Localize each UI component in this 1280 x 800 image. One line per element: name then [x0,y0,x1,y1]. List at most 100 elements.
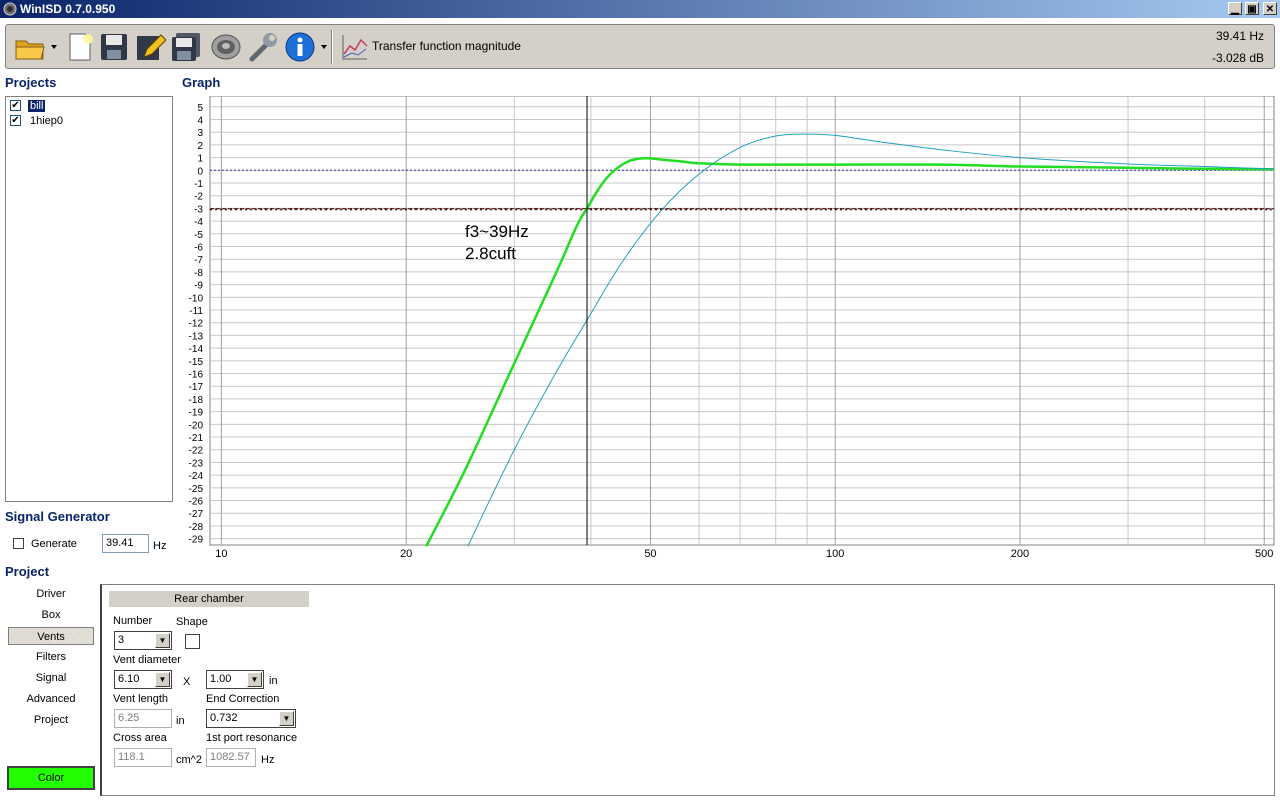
x-tick-label: 500 [1255,548,1273,560]
plot-type-label[interactable]: Transfer function magnitude [372,39,521,53]
chevron-down-icon[interactable]: ▼ [279,711,294,726]
port-resonance-unit: Hz [261,754,275,766]
x-label: X [183,676,191,688]
end-correction-label: End Correction [206,693,280,705]
x-tick-label: 100 [826,548,844,560]
save-all-icon[interactable] [170,31,202,63]
port-resonance-label: 1st port resonance [206,732,298,744]
nav-box[interactable]: Box [8,606,94,624]
y-tick-label: -19 [189,408,204,419]
project-label[interactable]: bill [26,99,47,113]
x-tick-label: 20 [400,548,412,560]
transfer-function-icon[interactable] [340,32,370,62]
port-resonance-input: 1082.57 [206,748,256,767]
nav-filters[interactable]: Filters [8,648,94,666]
chevron-down-icon[interactable]: ▼ [155,672,170,687]
nav-signal[interactable]: Signal [8,669,94,687]
y-tick-label: -2 [194,192,203,203]
toolbar: Transfer function magnitude 39.41 Hz -3.… [5,24,1275,69]
x-tick-label: 200 [1011,548,1029,560]
generate-checkbox[interactable] [13,538,24,549]
shape-label: Shape [176,616,208,628]
cross-area-label: Cross area [113,732,167,744]
y-tick-label: -7 [194,255,203,266]
close-button[interactable]: ✕ [1263,2,1277,15]
y-tick-label: -26 [189,497,204,508]
y-tick-label: -4 [194,217,203,228]
project-item-1hiep0[interactable]: ✔ 1hiep0 [8,114,172,129]
signal-generator-title: Signal Generator [5,509,110,524]
toolbar-separator [331,30,333,64]
projects-list: ✔ bill ✔ 1hiep0 [5,96,173,502]
dropdown-arrow-icon[interactable] [50,43,58,51]
x-tick-label: 10 [215,548,227,560]
y-tick-label: 2 [197,141,203,152]
y-tick-label: 4 [197,115,203,126]
title-bar: WinISD 0.7.0.950 ▁ ▣ ✕ [0,0,1280,18]
nav-project[interactable]: Project [8,711,94,729]
vent-diameter-value: 6.10 [118,673,140,685]
graph-title: Graph [182,75,221,90]
vent-diameter-label: Vent diameter [113,654,181,666]
nav-vents[interactable]: Vents [8,627,94,645]
app-icon [3,2,17,16]
new-document-icon[interactable] [64,31,96,63]
rear-chamber-header: Rear chamber [109,591,309,607]
cursor-frequency-readout: 39.41 Hz [1215,29,1264,43]
y-tick-label: -10 [189,293,204,304]
open-folder-icon[interactable] [14,31,46,63]
y-tick-label: -20 [189,420,204,431]
projects-title: Projects [5,75,57,90]
y-tick-label: -12 [189,319,204,330]
project-checkbox[interactable]: ✔ [10,115,21,126]
y-tick-label: -11 [189,306,203,317]
y-tick-label: -14 [189,344,204,355]
y-tick-label: -9 [194,281,203,292]
info-icon[interactable] [284,31,316,63]
vent-diameter-select[interactable]: 6.10 ▼ [114,670,172,689]
window-title: WinISD 0.7.0.950 [20,2,116,16]
nav-driver[interactable]: Driver [8,585,94,603]
number-label: Number [113,615,153,627]
minimize-button[interactable]: ▁ [1228,2,1242,15]
chevron-down-icon[interactable]: ▼ [155,633,170,648]
tools-wrench-icon[interactable] [248,31,280,63]
y-tick-label: -8 [194,268,203,279]
end-correction-select[interactable]: 0.732 ▼ [206,709,296,728]
vent-multiplier-select[interactable]: 1.00 ▼ [206,670,264,689]
y-tick-label: -16 [189,370,204,381]
annotation-f3: f3~39Hz [465,222,529,241]
vent-number-select[interactable]: 3 ▼ [114,631,172,650]
y-tick-label: -24 [189,471,204,482]
y-tick-label: -29 [189,535,204,546]
chevron-down-icon[interactable]: ▼ [247,672,262,687]
cross-area-input: 118.1 [114,748,172,767]
y-tick-label: -15 [189,357,204,368]
color-button[interactable]: Color [7,766,95,790]
cross-area-unit: cm^2 [176,754,202,766]
cursor-db-readout: -3.028 dB [1211,51,1264,65]
signal-frequency-unit: Hz [153,540,167,552]
y-tick-label: -17 [189,382,204,393]
y-tick-label: -23 [189,458,204,469]
vent-length-input: 6.25 [114,709,172,728]
vent-shape-button[interactable] [185,634,200,649]
signal-frequency-input[interactable]: 39.41 [102,534,149,553]
nav-advanced[interactable]: Advanced [8,690,94,708]
edit-pencil-icon[interactable] [134,31,166,63]
project-label[interactable]: 1hiep0 [28,115,65,127]
driver-speaker-icon[interactable] [210,31,242,63]
dropdown-arrow-icon[interactable] [320,43,328,51]
y-tick-label: -5 [194,230,203,241]
inch-unit-label: in [269,675,278,687]
transfer-function-chart[interactable]: 543210-1-2-3-4-5-6-7-8-9-10-11-12-13-14-… [180,96,1275,561]
project-item-bill[interactable]: ✔ bill [8,99,172,114]
vent-length-label: Vent length [113,693,169,705]
generate-label: Generate [31,538,77,550]
annotation-volume: 2.8cuft [465,244,516,263]
project-title: Project [5,564,50,579]
y-tick-label: -27 [189,509,204,520]
maximize-button[interactable]: ▣ [1245,2,1259,15]
project-checkbox[interactable]: ✔ [10,100,21,111]
save-icon[interactable] [98,31,130,63]
